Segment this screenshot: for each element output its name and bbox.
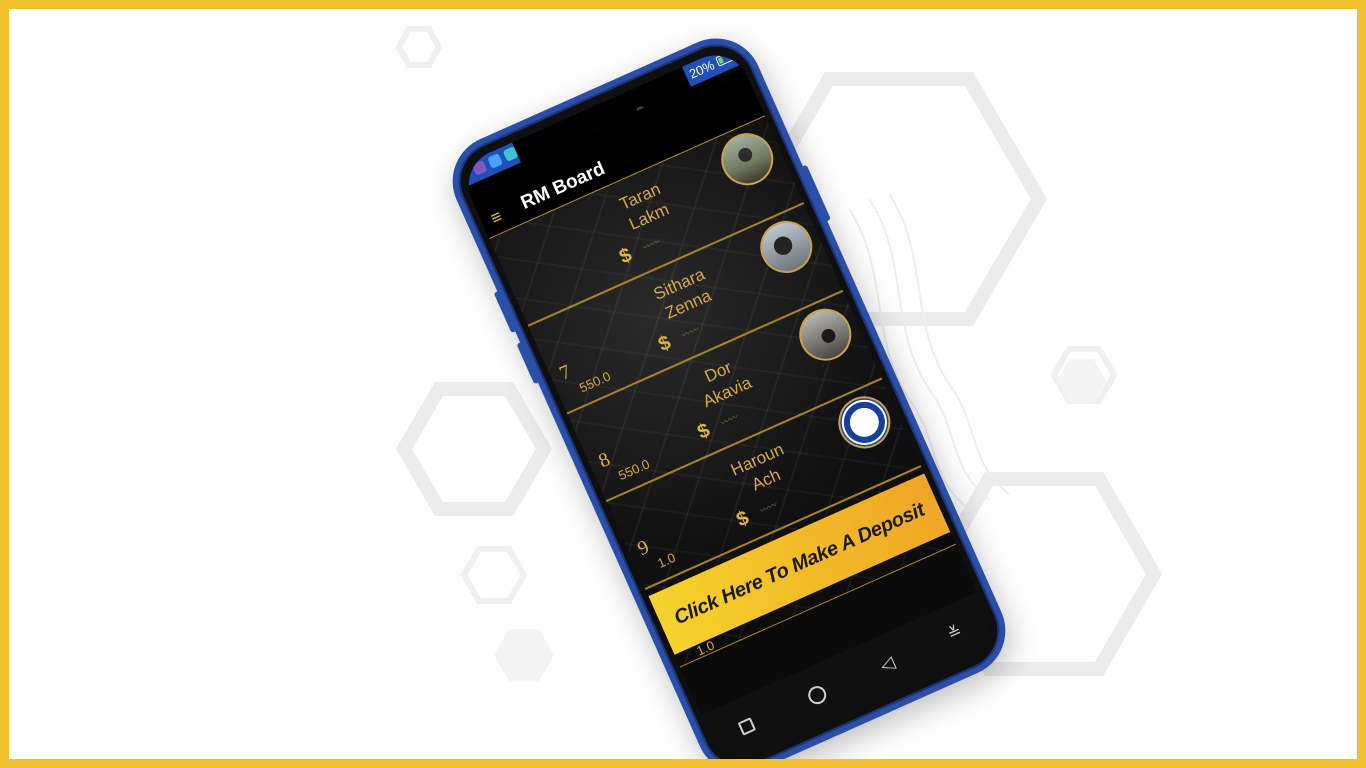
rank-number: 9 xyxy=(634,536,653,561)
player-amount: 1.0 xyxy=(655,549,678,571)
home-icon[interactable] xyxy=(805,683,830,707)
battery-icon xyxy=(715,51,734,67)
notification-drawer-icon[interactable]: ≚ xyxy=(945,623,964,644)
page-canvas: 20% ≡ RM Board Taran Lakm $ 〰〰 7 Sithara… xyxy=(9,9,1357,759)
player-amount: 550.0 xyxy=(576,368,613,396)
back-icon[interactable]: ◁ xyxy=(877,652,898,676)
avatar[interactable] xyxy=(790,300,860,369)
shield-icon xyxy=(487,153,504,169)
dollar-icon: $ xyxy=(616,243,636,269)
avatar[interactable] xyxy=(712,124,782,194)
signature-decoration: 〰〰 xyxy=(758,500,779,518)
dollar-icon: $ xyxy=(694,419,714,444)
hamburger-menu-icon[interactable]: ≡ xyxy=(488,206,506,229)
rank-number: 8 xyxy=(595,448,614,473)
signature-decoration: 〰〰 xyxy=(679,325,701,342)
signature-decoration: 〰〰 xyxy=(640,237,662,255)
avatar[interactable] xyxy=(751,212,821,282)
signature-decoration: 〰〰 xyxy=(718,412,740,430)
player-amount: 550.0 xyxy=(616,456,652,484)
dollar-icon: $ xyxy=(655,331,675,357)
app-notification-icon xyxy=(471,159,488,176)
club-crest-avatar[interactable] xyxy=(830,388,899,457)
dollar-icon: $ xyxy=(733,506,753,532)
recent-apps-icon[interactable] xyxy=(737,717,757,736)
rank-number: 7 xyxy=(556,360,575,385)
